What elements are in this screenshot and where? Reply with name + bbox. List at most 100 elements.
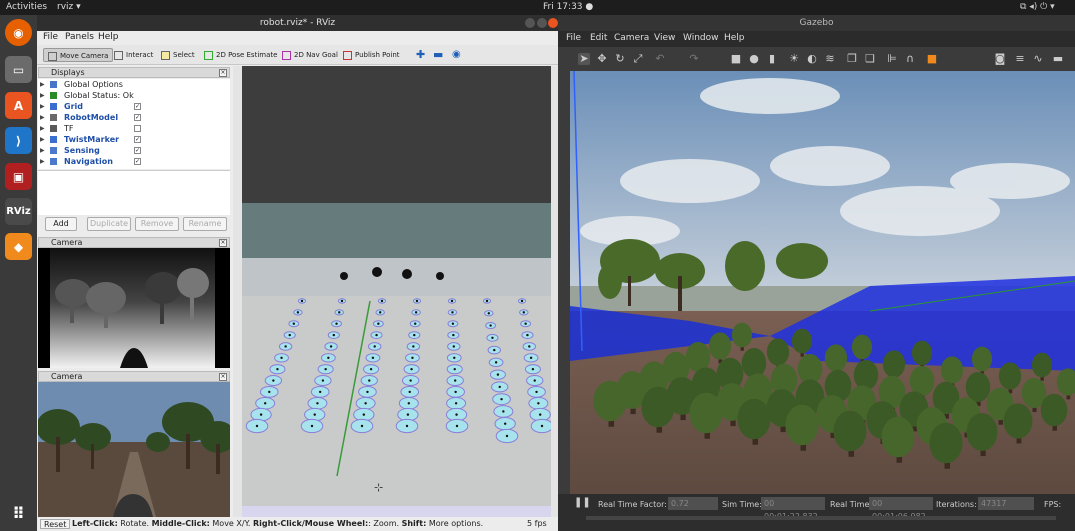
expand-arrow-icon[interactable]: ▶ [40,79,45,90]
copy-icon[interactable]: ❐ [846,53,858,65]
remove-button[interactable]: Remove [135,217,179,231]
rgb-camera-view [38,382,230,517]
apps-grid-icon[interactable]: ⠿ [5,500,32,527]
terminal-icon[interactable]: ▣ [5,163,32,190]
duplicate-button[interactable]: Duplicate [87,217,131,231]
fps-readout: 5 fps [527,519,547,528]
files-icon[interactable]: ▭ [5,56,32,83]
screenshot-icon[interactable]: ◙ [994,53,1006,65]
clock[interactable]: Fri 17:33 ● [543,2,593,12]
display-checkbox[interactable]: ✓ [134,103,141,110]
app-menu[interactable]: rviz ▾ [57,2,81,12]
move-camera-icon [48,51,57,61]
expand-arrow-icon[interactable]: ▶ [40,156,45,167]
menu-edit[interactable]: Edit [590,33,607,43]
display-item[interactable]: ▶ Global Options [38,79,230,90]
expand-arrow-icon[interactable]: ▶ [40,134,45,145]
pause-icon[interactable]: ❚❚ [574,497,591,509]
tool-publish-point[interactable]: Publish Point [343,48,400,62]
minimize-button[interactable] [525,18,535,28]
display-item[interactable]: ▶ Sensing ✓ [38,145,230,156]
vscode-icon[interactable]: ⟩ [5,127,32,154]
display-item[interactable]: ▶ Navigation ✓ [38,156,230,167]
paste-icon[interactable]: ❏ [864,53,876,65]
activities-button[interactable]: Activities [6,2,47,12]
menu-view[interactable]: View [654,33,675,43]
tool-properties-icon[interactable]: ◉ [452,48,461,62]
display-label: TwistMarker [64,135,120,144]
expand-arrow-icon[interactable]: ▶ [40,123,45,134]
tool-select[interactable]: Select [161,48,195,62]
plot-icon[interactable]: ∿ [1032,53,1044,65]
display-checkbox[interactable]: ✓ [134,147,141,154]
gazebo-scene[interactable] [570,71,1075,494]
menu-window[interactable]: Window [683,33,719,43]
reset-button[interactable]: Reset [40,519,71,529]
translate-mode-icon[interactable]: ✥ [596,53,608,65]
tool-move-camera[interactable]: Move Camera [43,48,114,62]
cylinder-shape-icon[interactable]: ▮ [766,53,778,65]
menu-help[interactable]: Help [98,32,119,42]
display-item[interactable]: ▶ Grid ✓ [38,101,230,112]
maximize-button[interactable] [537,18,547,28]
snap-icon[interactable]: ∩ [904,53,916,65]
display-item[interactable]: ▶ TwistMarker ✓ [38,134,230,145]
align-icon[interactable]: ⊫ [886,53,898,65]
box-shape-icon[interactable]: ■ [730,53,742,65]
display-item[interactable]: ▶ RobotModel ✓ [38,112,230,123]
menu-file[interactable]: File [566,33,581,43]
tool-interact[interactable]: Interact [114,48,153,62]
tool-2d-nav-goal[interactable]: 2D Nav Goal [282,48,338,62]
gazebo-scrollbar[interactable] [586,516,1056,520]
gazebo-3d-view[interactable] [570,71,1075,494]
expand-arrow-icon[interactable]: ▶ [40,145,45,156]
display-item[interactable]: ▶ TF [38,123,230,134]
expand-arrow-icon[interactable]: ▶ [40,90,45,101]
firefox-icon[interactable]: ◉ [5,19,32,46]
add-button[interactable]: Add [45,217,77,231]
software-icon[interactable]: A [5,92,32,119]
rviz-scene[interactable]: ⊹ [242,66,551,517]
undo-icon[interactable]: ↶ [654,53,666,65]
right-dock-splitter[interactable] [551,66,558,517]
select-mode-icon[interactable]: ➤ [578,53,590,65]
display-checkbox[interactable] [134,125,141,132]
rename-button[interactable]: Rename [183,217,227,231]
redo-icon[interactable]: ↷ [688,53,700,65]
gazebo-icon[interactable]: ◆ [5,233,32,260]
close-icon[interactable]: × [219,69,227,77]
menu-file[interactable]: File [43,32,58,42]
rotate-mode-icon[interactable]: ↻ [614,53,626,65]
video-icon[interactable]: ▬ [1052,53,1064,65]
gazebo-title-bar[interactable]: Gazebo [558,15,1075,31]
gazebo-side-panel-handle[interactable] [558,71,570,494]
log-icon[interactable]: ≡ [1014,53,1026,65]
add-tool-icon[interactable]: ✚ [416,48,425,62]
left-dock-splitter[interactable] [233,66,242,517]
close-icon[interactable]: × [219,373,227,381]
expand-arrow-icon[interactable]: ▶ [40,112,45,123]
display-item[interactable]: ▶ Global Status: Ok [38,90,230,101]
sphere-shape-icon[interactable]: ● [748,53,760,65]
rviz-title-bar[interactable]: robot.rviz* - RViz [37,15,558,31]
close-button[interactable] [548,18,558,28]
spot-light-icon[interactable]: ◐ [806,53,818,65]
close-icon[interactable]: × [219,239,227,247]
iterations-label: Iterations: [936,500,977,509]
directional-light-icon[interactable]: ≋ [824,53,836,65]
display-checkbox[interactable]: ✓ [134,158,141,165]
scale-mode-icon[interactable]: ⤢ [632,53,644,65]
remove-tool-icon[interactable]: ▬ [433,48,443,62]
menu-camera[interactable]: Camera [614,33,649,43]
rviz-icon[interactable]: RViz [5,198,32,225]
point-light-icon[interactable]: ☀ [788,53,800,65]
tool-2d-pose-estimate[interactable]: 2D Pose Estimate [204,48,277,62]
display-checkbox[interactable]: ✓ [134,114,141,121]
system-tray-icons[interactable]: ⧉ ◂) ⏻ ▾ [1020,2,1055,12]
expand-arrow-icon[interactable]: ▶ [40,101,45,112]
rviz-3d-view[interactable]: ⊹ [242,66,551,517]
display-checkbox[interactable]: ✓ [134,136,141,143]
menu-panels[interactable]: Panels [65,32,94,42]
menu-help[interactable]: Help [724,33,745,43]
change-view-icon[interactable]: ■ [926,53,938,65]
